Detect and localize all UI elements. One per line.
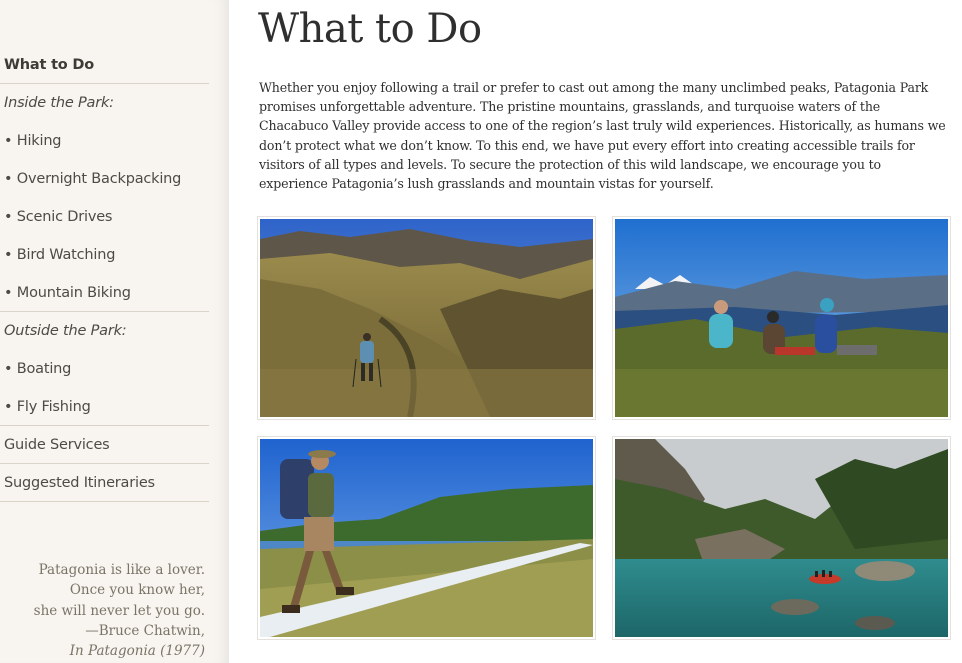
sidebar-item-mountain-biking[interactable]: • Mountain Biking — [0, 274, 209, 312]
sidebar-item-guide-services[interactable]: Guide Services — [0, 426, 209, 464]
photo-river-boating-image — [615, 439, 948, 637]
quote-line: she will never let you go. — [33, 602, 205, 619]
sidebar-heading-inside-the-park: Inside the Park: — [4, 95, 114, 111]
intro-paragraph: Whether you enjoy following a trail or p… — [259, 80, 946, 192]
quote-line: Patagonia is like a lover. — [38, 562, 205, 578]
sidebar-item-overnight-backpacking[interactable]: • Overnight Backpacking — [0, 160, 209, 198]
quote-source: In Patagonia (1977) — [69, 643, 205, 660]
sidebar-item-what-to-do[interactable]: What to Do — [0, 46, 209, 84]
photo-hiker-boardwalk-image — [260, 439, 593, 637]
sidebar-item-fly-fishing[interactable]: • Fly Fishing — [0, 388, 209, 426]
photo-hiker-valley-image — [260, 219, 593, 417]
photo-river-boating[interactable] — [612, 436, 951, 640]
photo-hiker-boardwalk[interactable] — [257, 436, 596, 640]
sidebar-item-boating[interactable]: • Boating — [0, 350, 209, 388]
photo-hikers-resting[interactable] — [612, 216, 951, 420]
photo-hiker-valley[interactable] — [257, 216, 596, 420]
photo-hikers-resting-image — [615, 219, 948, 417]
sidebar-item-hiking[interactable]: • Hiking — [0, 122, 209, 160]
quote-author: —Bruce Chatwin, — [85, 622, 205, 639]
sidebar-nav: What to Do Inside the Park: • Hiking • O… — [0, 0, 229, 663]
page-title: What to Do — [258, 6, 482, 52]
sidebar-item-scenic-drives[interactable]: • Scenic Drives — [0, 198, 209, 236]
sidebar-item-suggested-itineraries[interactable]: Suggested Itineraries — [0, 464, 209, 502]
sidebar-menu: What to Do Inside the Park: • Hiking • O… — [0, 46, 209, 502]
sidebar-heading-outside-the-park: Outside the Park: — [4, 323, 127, 339]
sidebar-quote: Patagonia is like a lover. Once you know… — [0, 560, 205, 661]
sidebar-item-bird-watching[interactable]: • Bird Watching — [0, 236, 209, 274]
quote-line: Once you know her, — [69, 582, 205, 599]
